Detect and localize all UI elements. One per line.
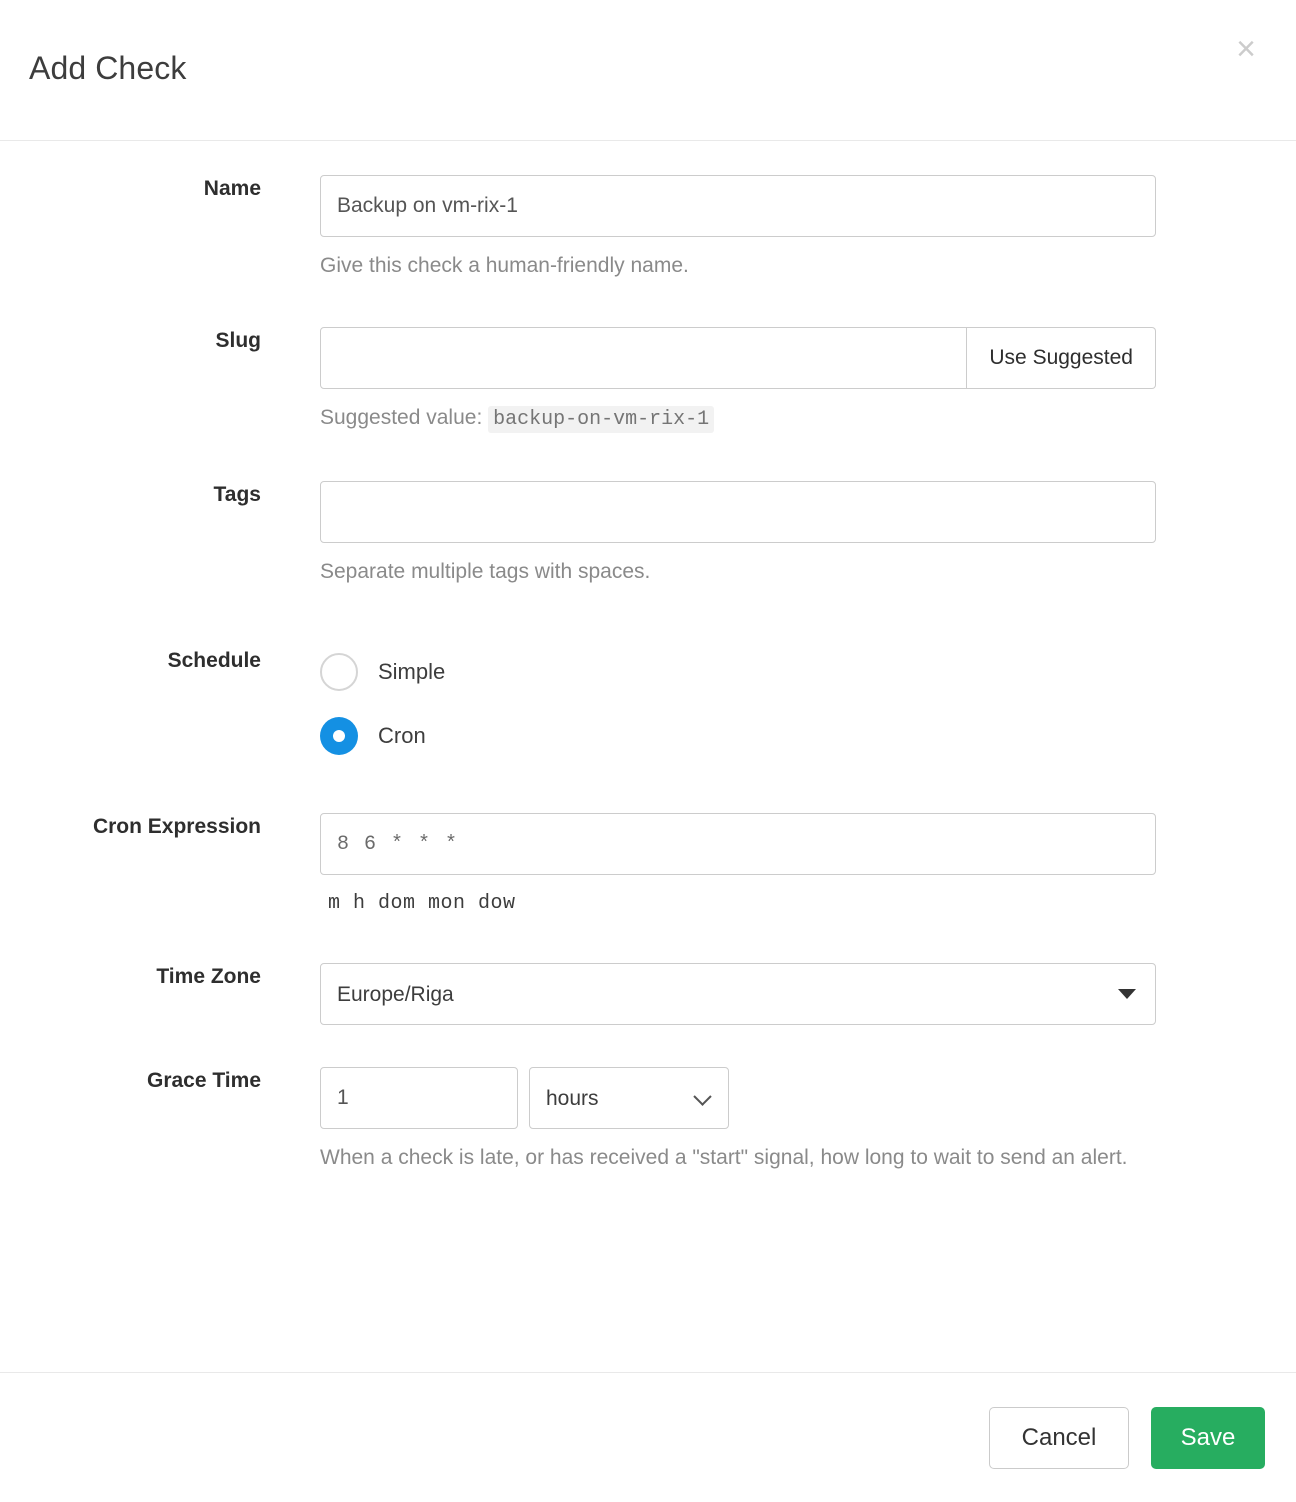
grace-time-unit-wrapper: hours — [529, 1067, 729, 1129]
field-row-tags: Tags Separate multiple tags with spaces. — [0, 481, 1296, 589]
schedule-option-cron-label[interactable]: Cron — [378, 723, 426, 749]
add-check-dialog: Add Check × Name Give this check a human… — [0, 0, 1296, 1502]
grace-time-unit-select[interactable]: hours — [529, 1067, 729, 1129]
time-zone-select-wrapper: Europe/Riga — [320, 963, 1156, 1025]
cron-expression-input[interactable] — [320, 813, 1156, 875]
slug-help-text: Suggested value: backup-on-vm-rix-1 — [320, 401, 1150, 437]
schedule-option-simple[interactable]: Simple — [320, 647, 1156, 697]
field-row-name: Name Give this check a human-friendly na… — [0, 175, 1296, 283]
slug-label: Slug — [215, 329, 262, 352]
schedule-option-cron[interactable]: Cron — [320, 711, 1156, 761]
slug-suggested-value: backup-on-vm-rix-1 — [488, 406, 715, 433]
dialog-body: Name Give this check a human-friendly na… — [0, 141, 1296, 1372]
slug-input[interactable] — [320, 327, 968, 389]
grace-time-amount-input[interactable] — [320, 1067, 518, 1129]
tags-label: Tags — [213, 483, 261, 506]
cron-legend: m h dom mon dow — [328, 892, 516, 915]
schedule-label: Schedule — [167, 649, 261, 672]
dialog-footer: Cancel Save — [0, 1372, 1296, 1502]
cron-expression-label: Cron Expression — [92, 815, 261, 838]
name-help-text: Give this check a human-friendly name. — [320, 254, 689, 277]
grace-time-label: Grace Time — [146, 1069, 261, 1092]
grace-time-controls: hours — [320, 1067, 1156, 1129]
time-zone-label: Time Zone — [156, 965, 261, 988]
name-input[interactable] — [320, 175, 1156, 237]
close-icon[interactable]: × — [1225, 28, 1267, 70]
field-row-slug: Slug Use Suggested Suggested value: back… — [0, 327, 1296, 437]
name-label: Name — [203, 177, 261, 200]
time-zone-select[interactable]: Europe/Riga — [320, 963, 1156, 1025]
field-row-time-zone: Time Zone Europe/Riga — [0, 963, 1296, 1025]
field-row-grace-time: Grace Time hours When a check is late, o… — [0, 1067, 1296, 1175]
tags-help-text: Separate multiple tags with spaces. — [320, 560, 651, 583]
grace-time-help-text: When a check is late, or has received a … — [320, 1146, 1128, 1169]
slug-help-prefix: Suggested value: — [320, 406, 483, 429]
schedule-option-simple-label[interactable]: Simple — [378, 659, 445, 685]
slug-input-group: Use Suggested — [320, 327, 1156, 389]
field-row-cron-expression: Cron Expression m h dom mon dow — [0, 813, 1296, 921]
dialog-title: Add Check — [29, 50, 187, 86]
use-suggested-button[interactable]: Use Suggested — [967, 327, 1156, 389]
field-row-schedule: Schedule Simple Cron — [0, 647, 1296, 761]
radio-unselected-icon[interactable] — [320, 653, 358, 691]
save-button[interactable]: Save — [1151, 1406, 1265, 1469]
radio-selected-icon[interactable] — [320, 717, 358, 755]
tags-input[interactable] — [320, 481, 1156, 543]
cancel-button[interactable]: Cancel — [989, 1406, 1129, 1469]
dialog-header: Add Check × — [0, 0, 1296, 141]
